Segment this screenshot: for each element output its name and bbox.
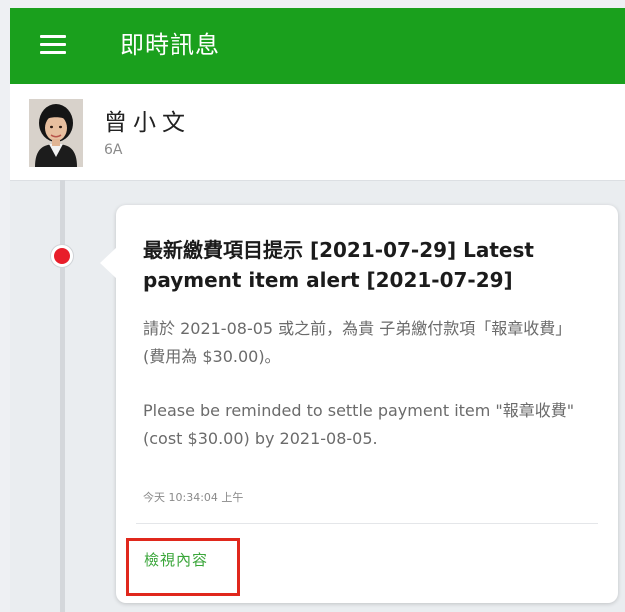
unread-dot-icon (51, 245, 73, 267)
message-title: 最新繳費項目提示 [2021-07-29] Latest payment ite… (143, 238, 534, 292)
message-body-chinese: 請於 2021-08-05 或之前，為貴 子弟繳付款項「報章收費」(費用為 $3… (143, 319, 572, 366)
hamburger-menu-icon[interactable] (40, 35, 66, 55)
avatar (29, 99, 83, 167)
student-name: 曾小文 (104, 110, 191, 136)
student-class: 6A (104, 142, 123, 158)
message-timestamp: 今天 10:34:04 上午 (143, 491, 244, 504)
student-photo-icon (29, 99, 83, 167)
page-title: 即時訊息 (120, 31, 220, 59)
card-pointer (100, 247, 117, 279)
message-body-english: Please be reminded to settle payment ite… (143, 401, 575, 448)
app-frame: 即時訊息 曾小文 6A 最新繳費項目提示 [2021-07-29] Latest… (10, 8, 625, 612)
highlight-box (126, 538, 240, 596)
student-profile-header: 曾小文 6A (10, 84, 625, 181)
app-bar: 即時訊息 (10, 8, 625, 84)
card-divider (136, 523, 598, 524)
